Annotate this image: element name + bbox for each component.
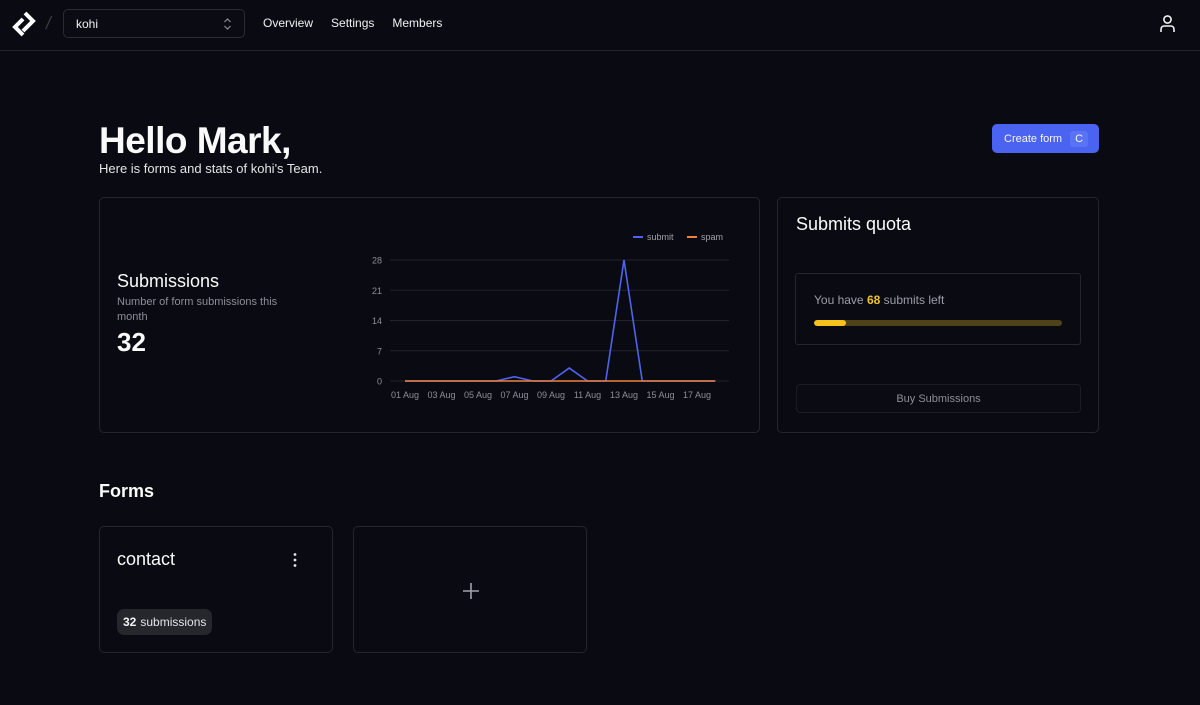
create-form-button[interactable]: Create form C xyxy=(992,124,1099,153)
y-tick-label: 28 xyxy=(372,256,382,266)
page-subtitle: Here is forms and stats of kohi's Team. xyxy=(99,161,323,176)
keyboard-shortcut-badge: C xyxy=(1070,130,1089,147)
x-tick-label: 11 Aug xyxy=(574,390,601,400)
page-title: Hello Mark, xyxy=(99,120,291,161)
y-tick-label: 21 xyxy=(372,286,382,296)
forms-heading: Forms xyxy=(99,481,155,501)
team-select-value: kohi xyxy=(76,16,99,31)
main-nav: Overview Settings Members xyxy=(263,16,460,30)
submissions-description: Number of form submissions this month xyxy=(117,296,278,323)
quota-progress-bar xyxy=(814,320,1062,326)
quota-text-suffix: submits left xyxy=(883,293,945,307)
x-tick-label: 15 Aug xyxy=(646,390,674,400)
x-tick-label: 01 Aug xyxy=(391,390,419,400)
nav-settings[interactable]: Settings xyxy=(331,16,374,30)
submissions-title: Submissions xyxy=(117,271,220,291)
quota-text: You have 68 submits left xyxy=(814,293,944,307)
y-tick-label: 7 xyxy=(377,346,382,356)
buy-submissions-button[interactable]: Buy Submissions xyxy=(796,384,1081,413)
submissions-stats-card: Submissions Number of form submissions t… xyxy=(99,197,760,433)
team-select[interactable]: kohi xyxy=(63,9,245,38)
quota-progress-fill xyxy=(814,320,847,326)
quota-remaining: 68 xyxy=(866,293,881,307)
badge-count: 32 xyxy=(123,615,137,629)
quota-title: Submits quota xyxy=(796,214,912,234)
x-tick-label: 07 Aug xyxy=(500,390,528,400)
submissions-count: 32 xyxy=(117,327,146,357)
quota-status-box: You have 68 submits left xyxy=(795,273,1081,345)
legend-label-submit: submit xyxy=(647,232,674,242)
legend-label-spam: spam xyxy=(701,232,723,242)
x-tick-label: 03 Aug xyxy=(427,390,455,400)
breadcrumb-separator: / xyxy=(44,13,53,33)
add-form-card[interactable] xyxy=(353,526,587,653)
form-card-contact[interactable]: contact 32 submissions xyxy=(99,526,333,653)
nav-overview[interactable]: Overview xyxy=(263,16,313,30)
x-tick-label: 13 Aug xyxy=(610,390,638,400)
submissions-line-chart: 0 7 14 21 28 01 Aug 03 Aug 05 Aug 07 Aug 09 Aug 1… xyxy=(372,232,729,400)
user-icon[interactable] xyxy=(1159,14,1176,33)
x-tick-label: 09 Aug xyxy=(537,390,565,400)
submission-count-badge: 32 submissions xyxy=(117,609,213,635)
quota-text-prefix: You have xyxy=(814,293,864,307)
chevron-up-down-icon xyxy=(224,18,231,30)
y-tick-label: 14 xyxy=(372,316,382,326)
x-tick-label: 05 Aug xyxy=(464,390,492,400)
create-form-label: Create form xyxy=(1004,132,1063,145)
submits-quota-card: Submits quota You have 68 submits left B… xyxy=(777,197,1099,433)
top-navbar: / kohi Overview Settings Members xyxy=(0,0,1200,51)
form-name: contact xyxy=(117,549,176,569)
badge-label: submissions xyxy=(140,615,207,629)
plus-icon xyxy=(463,583,479,599)
logo-icon[interactable] xyxy=(11,11,37,39)
y-tick-label: 0 xyxy=(377,377,382,387)
more-options-icon[interactable] xyxy=(290,552,300,568)
x-tick-label: 17 Aug xyxy=(683,390,711,400)
nav-members[interactable]: Members xyxy=(392,16,442,30)
